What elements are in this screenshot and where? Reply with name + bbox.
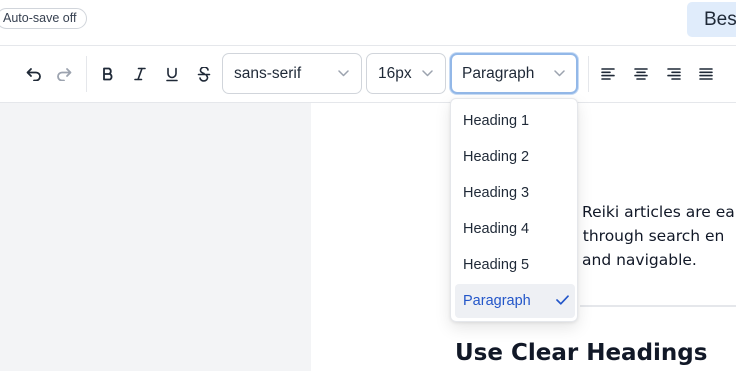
paragraph-line: and navigable. <box>582 251 697 269</box>
header-action-button[interactable]: Bes <box>687 2 736 37</box>
formatting-toolbar: sans-serif 16px Paragraph <box>0 46 736 103</box>
dropdown-option-heading-4[interactable]: Heading 4 <box>455 212 575 246</box>
toolbar-divider <box>588 56 589 92</box>
italic-icon[interactable] <box>128 60 152 88</box>
undo-icon[interactable] <box>22 60 46 88</box>
underline-icon[interactable] <box>160 60 184 88</box>
document-heading: Use Clear Headings <box>455 340 708 366</box>
dropdown-option-paragraph[interactable]: Paragraph <box>455 284 575 318</box>
block-type-select[interactable]: Paragraph <box>450 53 578 94</box>
dropdown-option-label: Paragraph <box>463 293 531 309</box>
chevron-down-icon <box>338 70 349 77</box>
dropdown-option-heading-2[interactable]: Heading 2 <box>455 140 575 174</box>
font-family-value: sans-serif <box>234 65 302 82</box>
font-size-select[interactable]: 16px <box>366 53 446 94</box>
redo-icon[interactable] <box>52 60 76 88</box>
paragraph-line: d through search en <box>568 227 725 245</box>
checkmark-icon <box>556 295 569 305</box>
align-center-icon[interactable] <box>629 60 653 88</box>
align-justify-icon[interactable] <box>694 60 718 88</box>
horizontal-rule <box>580 305 736 307</box>
font-size-value: 16px <box>378 65 412 82</box>
top-bar: Auto-save off Bes <box>0 0 736 46</box>
align-right-icon[interactable] <box>662 60 686 88</box>
dropdown-option-heading-5[interactable]: Heading 5 <box>455 248 575 282</box>
chevron-down-icon <box>422 70 433 77</box>
toolbar-divider <box>86 56 87 92</box>
autosave-badge[interactable]: Auto-save off <box>0 8 88 29</box>
paragraph-line: Reiki articles are ea <box>582 203 735 221</box>
bold-icon[interactable] <box>96 60 120 88</box>
block-type-dropdown: Heading 1 Heading 2 Heading 3 Heading 4 … <box>450 98 578 322</box>
strikethrough-icon[interactable] <box>192 60 216 88</box>
dropdown-option-heading-1[interactable]: Heading 1 <box>455 104 575 138</box>
block-type-value: Paragraph <box>462 65 535 82</box>
chevron-down-icon <box>554 70 565 77</box>
dropdown-option-heading-3[interactable]: Heading 3 <box>455 176 575 210</box>
font-family-select[interactable]: sans-serif <box>222 53 362 94</box>
align-left-icon[interactable] <box>596 60 620 88</box>
